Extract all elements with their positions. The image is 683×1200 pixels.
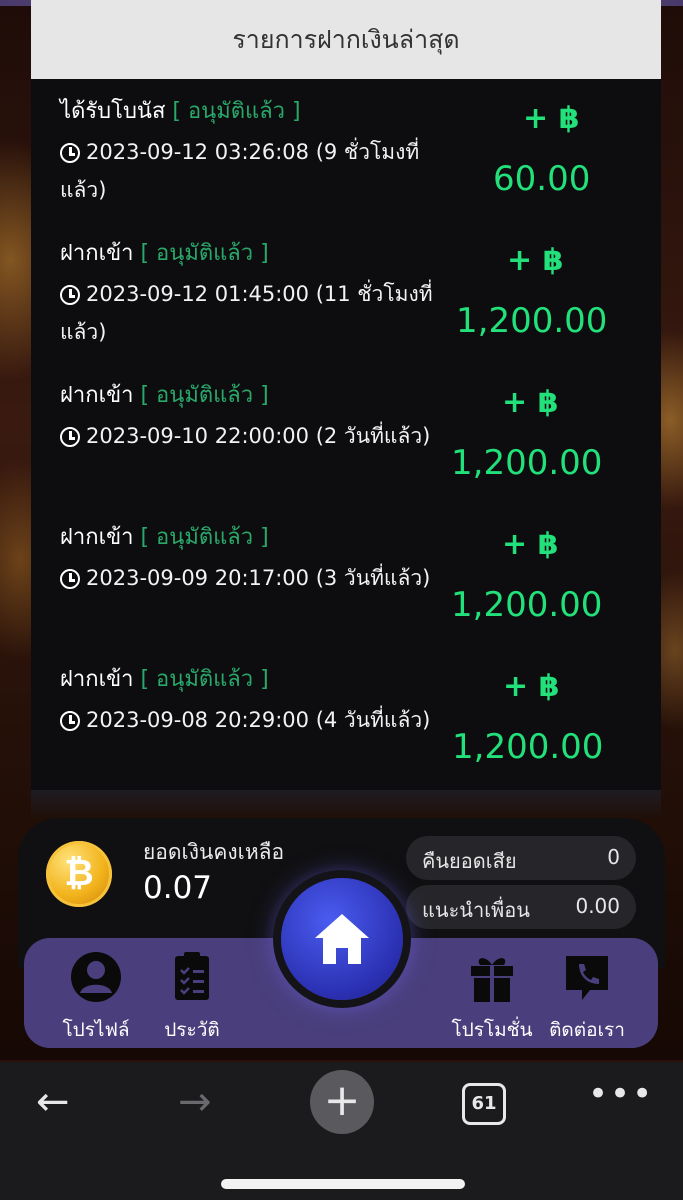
new-tab-plus-icon[interactable]: + (310, 1070, 374, 1134)
balance-value: 0.07 (143, 870, 213, 906)
transaction-type: ฝากเข้า (60, 667, 134, 692)
clock-icon (60, 569, 80, 589)
transaction-status: [ อนุมัติแล้ว ] (172, 99, 301, 124)
user-profile-icon (71, 952, 121, 1002)
bitcoin-coin-icon: ₿ (46, 841, 112, 907)
clipboard-icon (175, 952, 209, 1000)
transaction-row: ฝากเข้า [ อนุมัติแล้ว ] 2023-09-10 22:00… (31, 363, 661, 505)
nav-promotion[interactable]: โปรโมชั่น (450, 950, 534, 1045)
nav-contact-label: ติดต่อเรา (549, 1019, 625, 1041)
more-menu-icon[interactable]: ••• (588, 1074, 654, 1114)
transaction-row: ฝากเข้า [ อนุมัติแล้ว ] 2023-09-12 01:45… (31, 221, 661, 363)
referral-value: 0.00 (575, 894, 620, 918)
transaction-time: 2023-09-09 20:17:00 (3 วันที่แล้ว) (86, 566, 431, 590)
transaction-sign: + ฿ (503, 669, 560, 704)
transaction-amount: 1,200.00 (451, 443, 603, 483)
transaction-time: 2023-09-12 03:26:08 (9 ชั่วโมงที่แล้ว) (60, 140, 420, 202)
home-button[interactable] (281, 878, 403, 1000)
clock-icon (60, 427, 80, 447)
referral-label: แนะนำเพื่อน (422, 898, 530, 922)
nav-promotion-label: โปรโมชั่น (451, 1019, 533, 1041)
balance-label: ยอดเงินคงเหลือ (143, 840, 285, 864)
transaction-amount: 1,200.00 (451, 585, 603, 625)
transaction-type: ได้รับโบนัส (60, 99, 166, 124)
deposit-history-panel: รายการฝากเงินล่าสุด ได้รับโบนัส [ อนุมัต… (31, 0, 661, 790)
panel-title: รายการฝากเงินล่าสุด (31, 0, 661, 79)
gift-icon (471, 958, 513, 1002)
nav-profile-label: โปรไฟล์ (62, 1019, 130, 1041)
transaction-sign: + ฿ (502, 527, 559, 562)
transaction-amount: 60.00 (493, 159, 591, 199)
transaction-status: [ อนุมัติแล้ว ] (140, 525, 269, 550)
clock-icon (60, 711, 80, 731)
referral-pill[interactable]: แนะนำเพื่อน 0.00 (406, 885, 636, 929)
back-arrow-icon[interactable]: ← (36, 1082, 70, 1122)
nav-history[interactable]: ประวัติ (150, 950, 234, 1045)
home-icon (315, 914, 369, 964)
transaction-row: ฝากเข้า [ อนุมัติแล้ว ] 2023-09-08 20:29… (31, 647, 661, 789)
transaction-amount: 1,200.00 (456, 301, 608, 341)
transaction-type: ฝากเข้า (60, 383, 134, 408)
transaction-amount: 1,200.00 (452, 727, 604, 767)
forward-arrow-icon[interactable]: → (178, 1082, 212, 1122)
clock-icon (60, 143, 80, 163)
nav-profile[interactable]: โปรไฟล์ (54, 950, 138, 1045)
transaction-row: ฝากเข้า [ อนุมัติแล้ว ] 2023-09-09 20:17… (31, 505, 661, 647)
nav-contact[interactable]: ติดต่อเรา (544, 950, 630, 1045)
clock-icon (60, 285, 80, 305)
cashback-label: คืนยอดเสีย (422, 849, 517, 873)
transaction-status: [ อนุมัติแล้ว ] (140, 241, 269, 266)
transaction-status: [ อนุมัติแล้ว ] (140, 383, 269, 408)
nav-history-label: ประวัติ (164, 1019, 220, 1041)
transaction-status: [ อนุมัติแล้ว ] (140, 667, 269, 692)
transaction-sign: + ฿ (507, 243, 564, 278)
phone-chat-icon (566, 956, 608, 1000)
transaction-sign: + ฿ (502, 385, 559, 420)
transaction-time: 2023-09-10 22:00:00 (2 วันที่แล้ว) (86, 424, 431, 448)
transaction-type: ฝากเข้า (60, 241, 134, 266)
cashback-value: 0 (607, 845, 620, 869)
cashback-pill[interactable]: คืนยอดเสีย 0 (406, 836, 636, 880)
transaction-time: 2023-09-12 01:45:00 (11 ชั่วโมงที่แล้ว) (60, 282, 433, 344)
home-indicator (221, 1179, 465, 1189)
tab-count-button[interactable]: 61 (462, 1083, 506, 1125)
panel-fade (31, 790, 661, 820)
transaction-time: 2023-09-08 20:29:00 (4 วันที่แล้ว) (86, 708, 431, 732)
transaction-row: ได้รับโบนัส [ อนุมัติแล้ว ] 2023-09-12 0… (31, 79, 661, 221)
transaction-sign: + ฿ (523, 101, 580, 136)
transaction-type: ฝากเข้า (60, 525, 134, 550)
